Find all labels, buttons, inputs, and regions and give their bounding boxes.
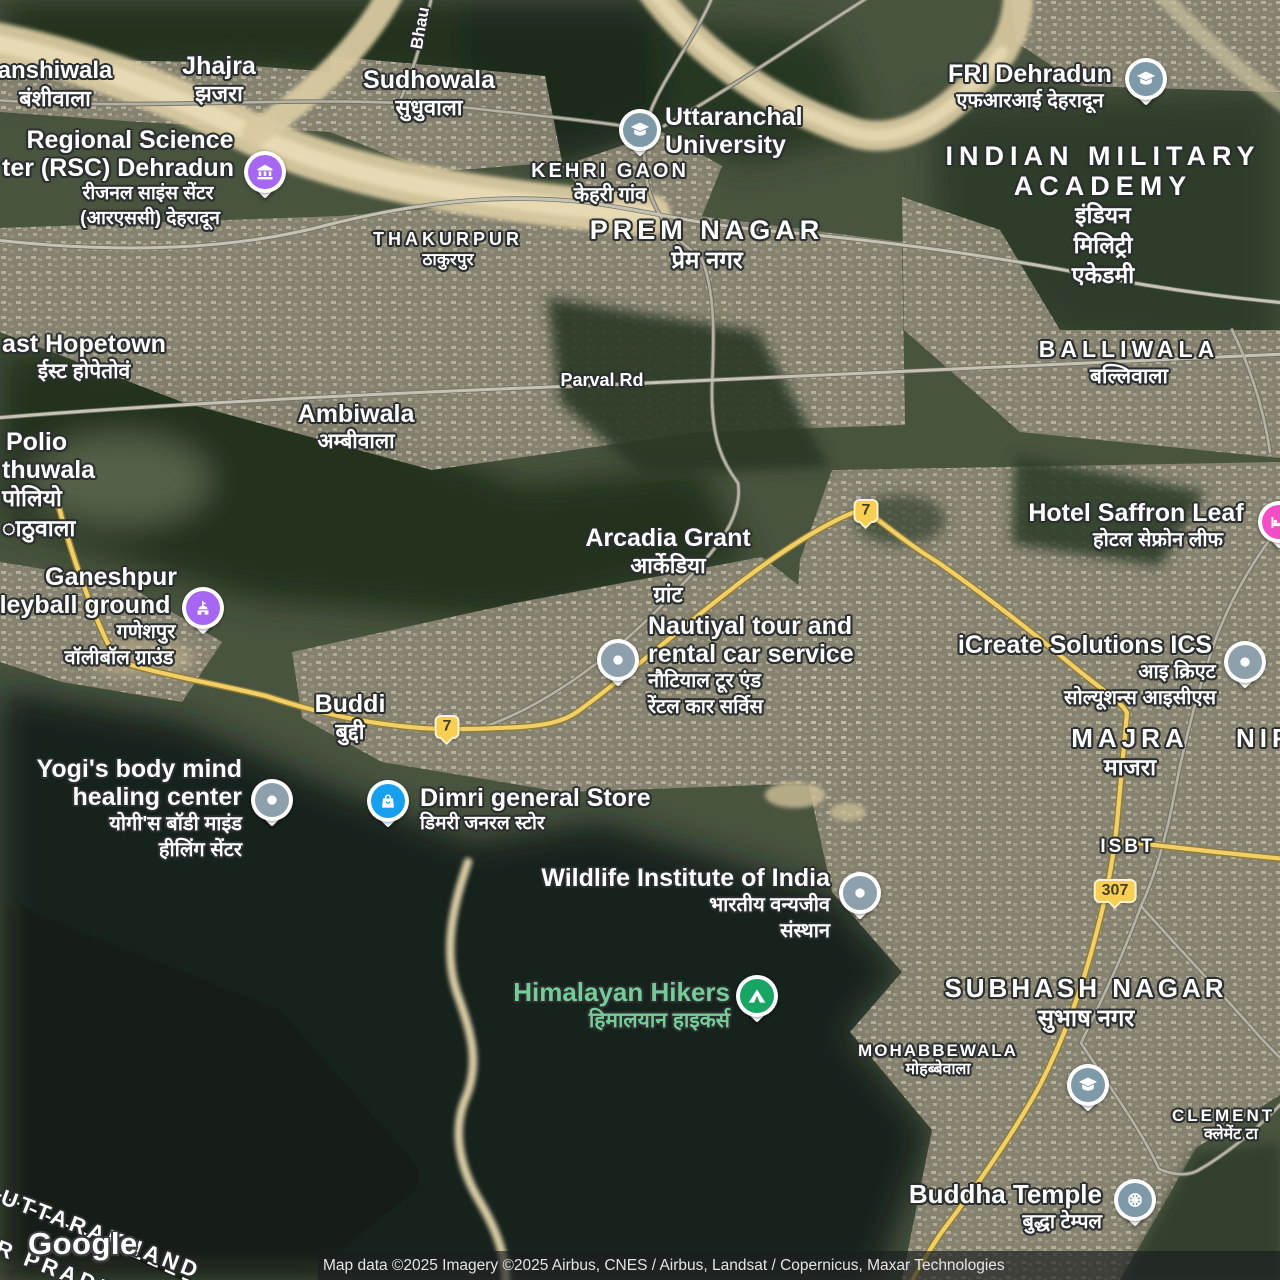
pin-circle bbox=[244, 151, 286, 193]
attribution-bar: Map data ©2025 Imagery ©2025 Airbus, CNE… bbox=[318, 1251, 1280, 1280]
pin-circle bbox=[1224, 641, 1266, 683]
pin-circle bbox=[182, 587, 224, 629]
yogis-healing-center-pin[interactable] bbox=[250, 779, 294, 827]
ground-icon bbox=[186, 591, 220, 625]
place-dot-icon bbox=[843, 876, 877, 910]
dimri-general-store-pin[interactable] bbox=[366, 780, 410, 828]
school-pin[interactable] bbox=[1066, 1064, 1110, 1112]
pin-circle bbox=[251, 779, 293, 821]
map-canvas[interactable]: 7 7 307 anshiwala बंशीवाला Jhajra झजरा Sudhowa… bbox=[0, 0, 1280, 1280]
attribution-text: Map data ©2025 Imagery ©2025 Airbus, CNE… bbox=[323, 1256, 1005, 1274]
uttaranchal-university-pin[interactable] bbox=[618, 109, 662, 157]
pin-circle bbox=[1114, 1179, 1156, 1221]
pin-circle bbox=[597, 639, 639, 681]
himalayan-hikers-pin[interactable] bbox=[735, 975, 779, 1023]
pin-circle bbox=[839, 872, 881, 914]
tent-icon bbox=[740, 979, 774, 1013]
icreate-solutions-pin[interactable] bbox=[1223, 641, 1267, 689]
nautiyal-tour-pin[interactable] bbox=[596, 639, 640, 687]
buddha-temple-pin[interactable] bbox=[1113, 1179, 1157, 1227]
ganeshpur-volleyball-ground-pin[interactable] bbox=[181, 587, 225, 635]
wildlife-institute-pin[interactable] bbox=[838, 872, 882, 920]
dharma-wheel-icon bbox=[1118, 1183, 1152, 1217]
shopping-bag-icon bbox=[371, 784, 405, 818]
bed-icon bbox=[1262, 505, 1280, 539]
fri-dehradun-pin[interactable] bbox=[1124, 58, 1168, 106]
graduation-cap-icon bbox=[1071, 1068, 1105, 1102]
pins-layer bbox=[0, 0, 1280, 1280]
google-logo[interactable]: Google bbox=[28, 1226, 138, 1262]
regional-science-centre-pin[interactable] bbox=[243, 151, 287, 199]
graduation-cap-icon bbox=[623, 113, 657, 147]
pin-circle bbox=[367, 780, 409, 822]
pin-circle bbox=[736, 975, 778, 1017]
pin-circle bbox=[1067, 1064, 1109, 1106]
hotel-saffron-leaf-pin[interactable] bbox=[1257, 501, 1280, 549]
pin-circle bbox=[619, 109, 661, 151]
place-dot-icon bbox=[255, 783, 289, 817]
pin-circle bbox=[1125, 58, 1167, 100]
graduation-cap-icon bbox=[1129, 62, 1163, 96]
place-dot-icon bbox=[1228, 645, 1262, 679]
pin-circle bbox=[1258, 501, 1280, 543]
place-dot-icon bbox=[601, 643, 635, 677]
museum-icon bbox=[248, 155, 282, 189]
